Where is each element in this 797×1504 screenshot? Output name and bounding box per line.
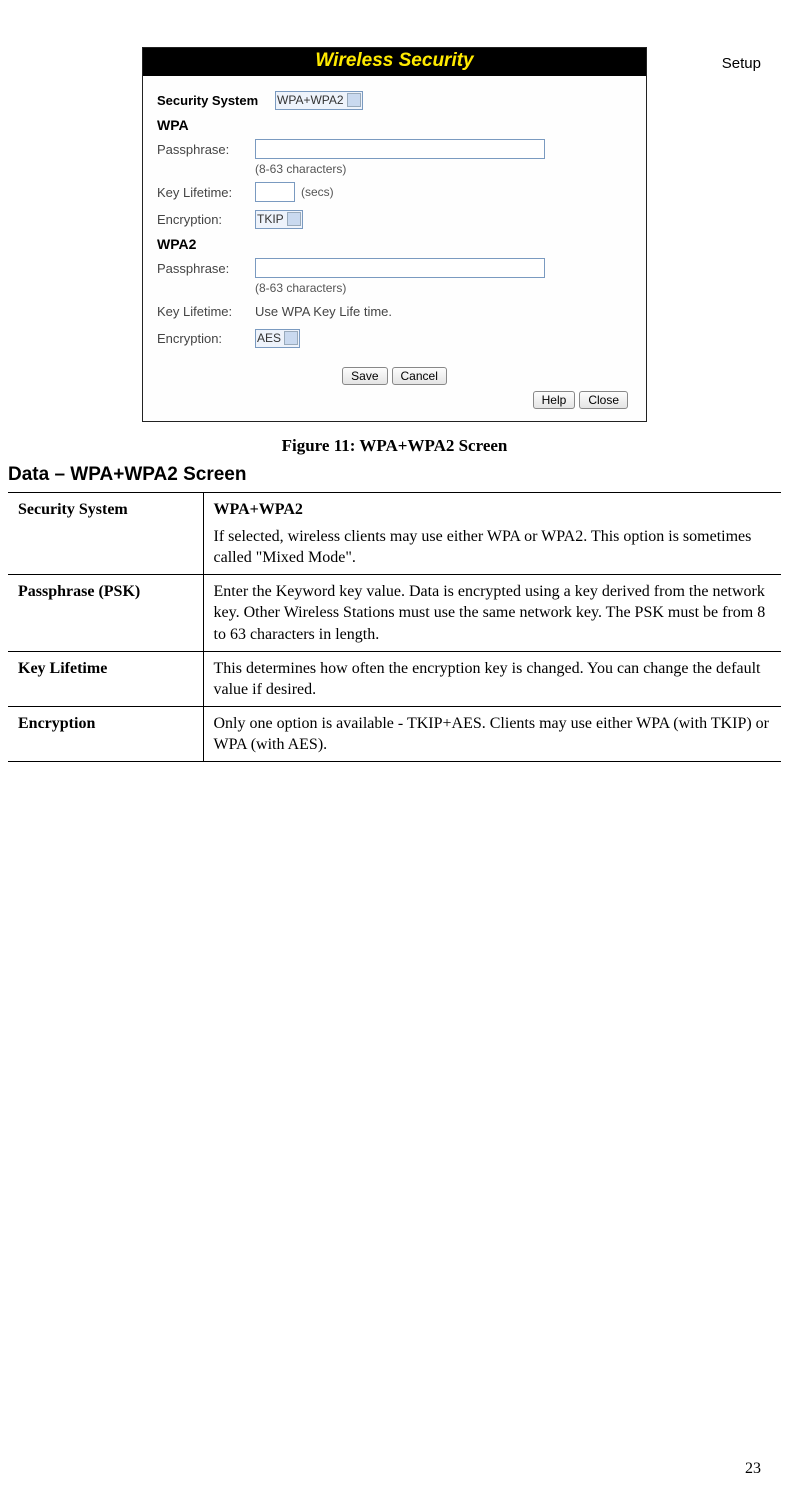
cancel-button[interactable]: Cancel [392,367,447,385]
table-row: Key Lifetime This determines how often t… [8,651,781,706]
security-system-select[interactable]: WPA+WPA2 [275,91,363,110]
wpa-keylifetime-unit: (secs) [301,185,334,199]
wpa-keylifetime-input[interactable] [255,182,295,202]
wpa2-encryption-label: Encryption: [157,331,255,346]
section-title: Data – WPA+WPA2 Screen [8,464,781,486]
help-button[interactable]: Help [533,391,576,409]
row-body: Enter the Keyword key value. Data is enc… [203,575,781,651]
wpa2-passphrase-hint: (8-63 characters) [255,281,632,295]
figure-caption: Figure 11: WPA+WPA2 Screen [8,436,781,456]
page-number: 23 [745,1460,761,1478]
row-label: Security System [8,493,203,575]
wireless-security-panel: Wireless Security Security System WPA+WP… [142,47,647,422]
wpa-passphrase-label: Passphrase: [157,142,255,157]
row-title: WPA+WPA2 [214,499,772,520]
panel-title: Wireless Security [143,48,646,76]
save-button[interactable]: Save [342,367,387,385]
wpa2-passphrase-label: Passphrase: [157,261,255,276]
row-label: Passphrase (PSK) [8,575,203,651]
wpa2-encryption-select[interactable]: AES [255,329,300,348]
wpa-passphrase-input[interactable] [255,139,545,159]
row-label: Key Lifetime [8,651,203,706]
table-row: Security System WPA+WPA2 If selected, wi… [8,493,781,575]
wpa-group-label: WPA [157,117,632,133]
table-row: Passphrase (PSK) Enter the Keyword key v… [8,575,781,651]
wpa-keylifetime-label: Key Lifetime: [157,185,255,200]
row-body: If selected, wireless clients may use ei… [214,526,772,568]
wpa-passphrase-hint: (8-63 characters) [255,162,632,176]
row-body: This determines how often the encryption… [203,651,781,706]
row-label: Encryption [8,706,203,761]
data-table: Security System WPA+WPA2 If selected, wi… [8,492,781,762]
wpa-encryption-label: Encryption: [157,212,255,227]
security-system-label: Security System [157,93,275,108]
wpa2-keylifetime-label: Key Lifetime: [157,304,255,319]
row-body: Only one option is available - TKIP+AES.… [203,706,781,761]
close-button[interactable]: Close [579,391,628,409]
wpa-encryption-select[interactable]: TKIP [255,210,303,229]
table-row: Encryption Only one option is available … [8,706,781,761]
chapter-header: Setup [722,55,761,72]
wpa2-passphrase-input[interactable] [255,258,545,278]
wpa2-group-label: WPA2 [157,236,632,252]
wpa2-keylifetime-value: Use WPA Key Life time. [255,304,392,319]
